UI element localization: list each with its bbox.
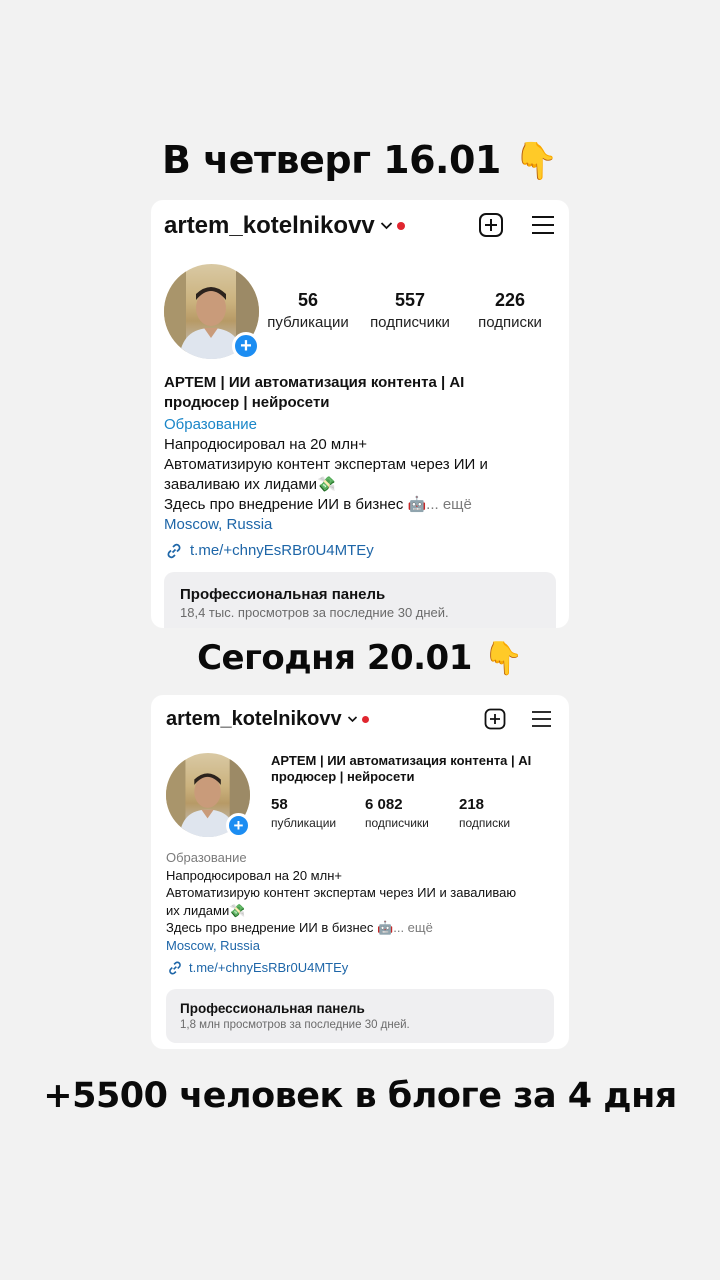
stat-following-label: подписки (478, 314, 542, 331)
chevron-down-icon[interactable] (380, 217, 393, 235)
profile-header: artem_kotelnikovv (164, 212, 569, 240)
bio-line-1: Напродюсировал на 20 млн+ (164, 436, 368, 453)
hamburger-menu-icon[interactable] (531, 710, 552, 733)
profile-link[interactable]: t.me/+chnyEsRBr0U4MTEy (164, 541, 564, 561)
profile-avatar[interactable]: + (166, 753, 251, 838)
profile-name-line1: АРТЕМ | ИИ автоматизация контента | AI (164, 374, 465, 391)
panel-title: Профессиональная панель (180, 1001, 365, 1016)
profile-location[interactable]: Moscow, Russia (166, 937, 566, 955)
profile-card-before: artem_kotelnikovv + 56 публикации 557 по… (151, 200, 569, 628)
bio-line-4: Здесь про внедрение ИИ в бизнес 🤖 (164, 496, 427, 513)
add-story-plus-icon[interactable]: + (226, 813, 251, 838)
bio-line-3: заваливаю их лидами💸 (164, 476, 336, 493)
headline-summary: +5500 человек в блоге за 4 дня (0, 1076, 720, 1116)
chevron-down-icon[interactable] (347, 710, 358, 728)
bio-more-link[interactable]: ... ещё (426, 496, 472, 513)
profile-name-line2: продюсер | нейросети (271, 769, 415, 784)
profile-link-text: t.me/+chnyEsRBr0U4MTEy (189, 960, 349, 976)
professional-panel[interactable]: Профессиональная панель 18,4 тыс. просмо… (164, 572, 556, 628)
bio-line-2: Автоматизирую контент экспертам через ИИ… (166, 885, 517, 900)
headline-after-text: Сегодня 20.01 (197, 638, 472, 678)
notification-dot (361, 715, 369, 723)
profile-link-text: t.me/+chnyEsRBr0U4MTEy (190, 542, 374, 559)
username[interactable]: artem_kotelnikovv (166, 708, 342, 731)
profile-name-line2: продюсер | нейросети (164, 394, 330, 411)
stat-followers-value: 6 082 (365, 796, 403, 813)
stat-posts[interactable]: 58 публикации (271, 796, 336, 830)
stat-followers[interactable]: 6 082 подписчики (365, 796, 429, 830)
profile-bio: АРТЕМ | ИИ автоматизация контента | AI п… (164, 373, 564, 561)
stat-following[interactable]: 218 подписки (459, 796, 510, 830)
link-icon (164, 541, 184, 561)
profile-avatar[interactable]: + (164, 264, 260, 360)
panel-title: Профессиональная панель (180, 586, 386, 603)
add-story-plus-icon[interactable]: + (232, 332, 260, 360)
profile-name-line1: АРТЕМ | ИИ автоматизация контента | AI (271, 753, 532, 768)
bio-line-1: Напродюсировал на 20 млн+ (166, 867, 342, 883)
profile-bio: Образование Напродюсировал на 20 млн+ Ав… (166, 849, 566, 977)
profile-category: Образование (166, 850, 247, 865)
profile-link[interactable]: t.me/+chnyEsRBr0U4MTEy (166, 959, 566, 977)
stat-followers-label: подписчики (365, 816, 429, 830)
stat-followers-label: подписчики (370, 314, 450, 331)
panel-subtitle: 18,4 тыс. просмотров за последние 30 дне… (180, 605, 449, 620)
pointing-down-emoji: 👇 (513, 140, 559, 182)
headline-after: Сегодня 20.01 👇 (0, 638, 720, 678)
profile-location[interactable]: Moscow, Russia (164, 515, 564, 535)
headline-before-text: В четверг 16.01 (161, 138, 501, 182)
stat-following[interactable]: 226 подписки (465, 290, 555, 331)
headline-summary-text: +5500 человек в блоге за 4 дня (43, 1076, 677, 1116)
new-post-plus-icon[interactable] (478, 212, 504, 243)
stat-posts[interactable]: 56 публикации (259, 290, 357, 331)
stat-followers-value: 557 (394, 290, 426, 310)
professional-panel[interactable]: Профессиональная панель 1,8 млн просмотр… (166, 989, 554, 1043)
headline-before: В четверг 16.01 👇 (0, 138, 720, 182)
stat-followers[interactable]: 557 подписчики (359, 290, 461, 331)
profile-card-after: artem_kotelnikovv + АРТЕМ | ИИ автоматиз… (151, 695, 569, 1049)
profile-name: АРТЕМ | ИИ автоматизация контента | AI п… (271, 753, 531, 785)
new-post-plus-icon[interactable] (484, 708, 506, 735)
bio-line-3: их лидами💸 (166, 902, 246, 918)
profile-header: artem_kotelnikovv (166, 707, 569, 731)
profile-category: Образование (164, 416, 257, 433)
stat-posts-value: 56 (297, 290, 319, 310)
stat-posts-value: 58 (271, 796, 288, 813)
notification-dot (396, 222, 405, 230)
stat-following-value: 218 (459, 796, 485, 813)
username[interactable]: artem_kotelnikovv (164, 212, 375, 240)
bio-more-link[interactable]: ... ещё (393, 920, 433, 935)
hamburger-menu-icon[interactable] (531, 214, 555, 241)
stat-following-label: подписки (459, 816, 511, 830)
stat-posts-label: публикации (271, 816, 337, 830)
pointing-down-emoji: 👇 (483, 639, 523, 677)
bio-line-4: Здесь про внедрение ИИ в бизнес 🤖 (166, 920, 394, 935)
stat-following-value: 226 (494, 290, 526, 310)
bio-line-2: Автоматизирую контент экспертам через ИИ… (164, 456, 488, 473)
stat-posts-label: публикации (267, 314, 349, 331)
panel-subtitle: 1,8 млн просмотров за последние 30 дней. (180, 1019, 410, 1031)
link-icon (166, 959, 184, 977)
